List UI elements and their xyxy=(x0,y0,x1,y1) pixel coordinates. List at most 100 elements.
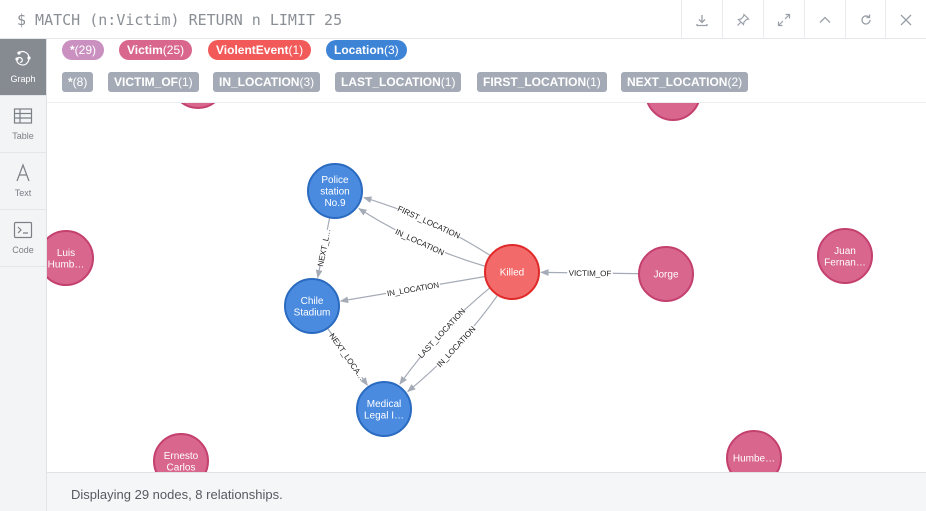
node-circle[interactable] xyxy=(726,430,782,472)
node-caption: Legal I… xyxy=(364,410,404,421)
sidebar-label-table: Table xyxy=(12,131,34,141)
relationship-edge[interactable]: IN_LOCATION xyxy=(339,275,486,304)
node-caption: Juan xyxy=(834,246,856,257)
graph-node-luis[interactable]: LuisHumb… xyxy=(47,230,94,286)
rerun-icon xyxy=(861,14,871,25)
rel-pill-name: LAST_LOCATION xyxy=(341,75,441,89)
query-bar: $ MATCH (n:Victim) RETURN n LIMIT 25 xyxy=(0,0,926,39)
status-text: Displaying 29 nodes, 8 relationships. xyxy=(71,487,283,502)
relationship-label: VICTIM_OF xyxy=(569,269,612,279)
rel-pill-count: (1) xyxy=(586,75,601,89)
rel-pill-in-location[interactable]: IN_LOCATION(3) xyxy=(213,72,321,92)
graph-node-jorge[interactable]: Jorge xyxy=(638,246,694,302)
relationship-edge[interactable]: NEXT_LOCA… xyxy=(326,327,368,386)
label-pill-violentevent[interactable]: ViolentEvent(1) xyxy=(208,40,312,60)
label-pill-all[interactable]: *(29) xyxy=(62,40,105,60)
node-labels-row: *(29) Victim(25) ViolentEvent(1) Locatio… xyxy=(47,40,926,70)
node-caption: Chile xyxy=(301,296,324,307)
node-circle[interactable] xyxy=(646,103,700,121)
node-caption: Ernesto xyxy=(164,451,199,462)
relationship-label: NEXT_L… xyxy=(316,228,332,267)
label-pill-name: Victim xyxy=(127,43,163,57)
node-caption: Fernan… xyxy=(824,257,866,268)
label-pill-count: (3) xyxy=(384,43,399,57)
label-pill-count: (29) xyxy=(74,43,97,57)
rel-pill-count: (8) xyxy=(72,75,88,89)
label-pill-name: Location xyxy=(334,43,384,57)
close-button[interactable] xyxy=(885,0,926,39)
query-text[interactable]: $ MATCH (n:Victim) RETURN n LIMIT 25 xyxy=(17,11,342,29)
graph-node-medical[interactable]: MedicalLegal I… xyxy=(356,381,412,437)
collapse-button[interactable] xyxy=(804,0,845,39)
graph-node-juan[interactable]: JuanFernan… xyxy=(817,228,873,284)
view-sidebar: Graph Table Text Code xyxy=(0,39,47,511)
graph-node-killed[interactable]: Killed xyxy=(484,244,540,300)
close-icon xyxy=(900,14,912,25)
download-button[interactable] xyxy=(681,0,722,39)
rel-pill-victim-of[interactable]: VICTIM_OF(1) xyxy=(108,72,199,92)
sidebar-item-graph[interactable]: Graph xyxy=(0,39,46,96)
fullscreen-button[interactable] xyxy=(763,0,804,39)
expand-icon xyxy=(777,13,791,26)
rel-pill-count: (1) xyxy=(178,75,193,89)
relationship-label: IN_LOCATION xyxy=(394,227,446,257)
rerun-button[interactable] xyxy=(845,0,886,39)
rel-pill-next-location[interactable]: NEXT_LOCATION(2) xyxy=(621,72,749,92)
rel-pill-name: FIRST_LOCATION xyxy=(483,75,587,89)
label-pill-location[interactable]: Location(3) xyxy=(326,40,407,60)
rel-pill-first-location[interactable]: FIRST_LOCATION(1) xyxy=(477,72,607,92)
table-icon xyxy=(13,108,33,124)
sidebar-label-code: Code xyxy=(12,245,34,255)
pin-button[interactable] xyxy=(722,0,763,39)
graph-node-humbe[interactable]: Humbe… xyxy=(726,430,782,472)
label-pill-count: (1) xyxy=(288,43,304,57)
node-caption: Carlos xyxy=(167,462,196,472)
node-caption: Medical xyxy=(367,399,401,410)
graph-node-top2[interactable] xyxy=(646,103,700,121)
rel-pill-count: (1) xyxy=(440,75,456,89)
graph-node-ernesto[interactable]: ErnestoCarlos xyxy=(153,433,209,472)
graph-node-police[interactable]: PolicestationNo.9 xyxy=(307,163,363,219)
relationship-edge[interactable]: NEXT_L… xyxy=(315,217,332,279)
rel-pill-count: (2) xyxy=(727,75,743,89)
sidebar-label-text: Text xyxy=(14,188,32,198)
node-caption: station xyxy=(320,187,349,198)
sidebar-item-code[interactable]: Code xyxy=(0,210,46,267)
node-circle[interactable] xyxy=(171,103,225,109)
graph-result-frame: $ MATCH (n:Victim) RETURN n LIMIT 25 Gra… xyxy=(0,0,926,511)
rel-pill-name: IN_LOCATION xyxy=(219,75,300,89)
label-pill-victim[interactable]: Victim(25) xyxy=(119,40,193,60)
node-caption: Jorge xyxy=(653,270,678,281)
rel-pill-name: VICTIM_OF xyxy=(114,75,179,89)
node-caption: Humbe… xyxy=(733,454,775,465)
node-caption: No.9 xyxy=(324,198,346,209)
graph-icon xyxy=(15,51,31,66)
relationship-edge[interactable]: LAST_LOCATION xyxy=(399,287,490,385)
sidebar-item-text[interactable]: Text xyxy=(0,153,46,210)
graph-node-top1[interactable] xyxy=(171,103,225,109)
label-pill-name: ViolentEvent xyxy=(216,43,289,57)
rel-pill-name: NEXT_LOCATION xyxy=(627,75,728,89)
status-footer: Displaying 29 nodes, 8 relationships. xyxy=(47,472,926,511)
collapse-up-icon xyxy=(819,16,831,23)
sidebar-label-graph: Graph xyxy=(10,74,36,84)
node-caption: Stadium xyxy=(294,307,331,318)
graph-node-chile[interactable]: ChileStadium xyxy=(284,278,340,334)
graph-svg[interactable]: VICTIM_OFIN_LOCATIONFIRST_LOCATIONIN_LOC… xyxy=(47,103,926,472)
label-pill-count: (25) xyxy=(162,43,185,57)
rel-pill-all[interactable]: *(8) xyxy=(62,72,94,92)
relationship-edge[interactable]: VICTIM_OF xyxy=(540,267,640,279)
node-caption: Killed xyxy=(500,268,524,279)
pin-icon xyxy=(737,12,750,26)
rel-pill-last-location[interactable]: LAST_LOCATION(1) xyxy=(335,72,462,92)
sidebar-item-table[interactable]: Table xyxy=(0,96,46,153)
node-caption: Luis xyxy=(57,248,75,259)
text-icon xyxy=(16,163,30,182)
node-caption: Humb… xyxy=(48,259,85,270)
node-caption: Police xyxy=(321,175,349,186)
download-icon xyxy=(696,14,708,26)
relationship-edge[interactable]: IN_LOCATION xyxy=(407,295,499,393)
graph-canvas[interactable]: VICTIM_OF IN_LOCATION FIRST_LOCATION IN_LOC… xyxy=(47,102,926,472)
relationship-label: NEXT_LOCA… xyxy=(327,332,366,383)
relationship-label: LAST_LOCATION xyxy=(416,306,467,360)
